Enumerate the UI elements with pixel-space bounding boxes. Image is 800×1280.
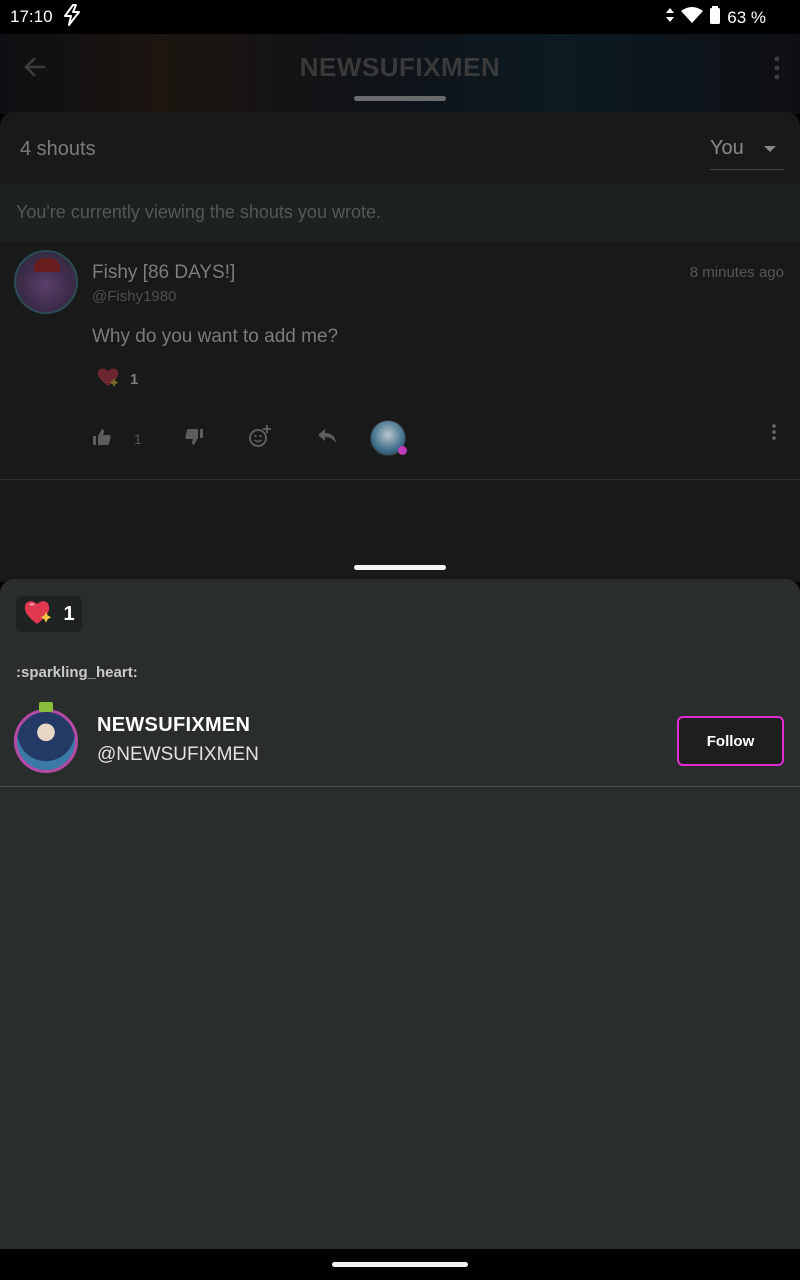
shouts-info-banner: You're currently viewing the shouts you … <box>0 184 800 242</box>
crown-icon <box>39 702 53 712</box>
shout-text: Why do you want to add me? <box>92 326 339 347</box>
shout-reaction[interactable]: 1 <box>96 366 138 392</box>
top-app-bar: NEWSUFIXMEN <box>0 34 800 114</box>
bottom-sheet-handle[interactable] <box>354 565 446 570</box>
reaction-total: 1 <box>63 602 75 625</box>
bolt-icon <box>62 4 82 31</box>
reactions-bottom-sheet: 1 :sparkling_heart: NEWSUFIXMEN @NEWSUFI… <box>0 579 800 1249</box>
reactor-name[interactable]: NEWSUFIXMEN <box>97 714 250 737</box>
reactor-list-item[interactable]: NEWSUFIXMEN @NEWSUFIXMEN Follow <box>0 697 800 787</box>
battery-percent: 63 % <box>727 7 766 27</box>
status-time: 17:10 <box>10 7 53 26</box>
dropdown-caret-icon <box>764 146 776 152</box>
battery-icon <box>709 6 721 29</box>
add-reaction-icon[interactable] <box>248 424 272 453</box>
author-handle: @Fishy1980 <box>92 288 177 305</box>
author-name[interactable]: Fishy [86 DAYS!] <box>92 262 235 284</box>
shouts-filter-dropdown[interactable]: You <box>710 134 784 170</box>
sparkling-heart-icon <box>96 366 120 392</box>
data-arrows-icon <box>665 7 675 28</box>
more-vert-icon[interactable] <box>774 56 780 85</box>
profile-title: NEWSUFIXMEN <box>299 52 501 82</box>
shout-actions: 1 <box>92 420 792 460</box>
reactor-avatar[interactable] <box>14 702 78 773</box>
shout-more-icon[interactable] <box>772 424 776 445</box>
author-avatar[interactable] <box>14 250 78 314</box>
sparkling-heart-icon <box>23 598 53 631</box>
status-bar: 17:10 63 % <box>0 0 800 34</box>
reaction-count: 1 <box>130 370 139 388</box>
wifi-icon <box>681 6 704 29</box>
shouts-count: 4 shouts <box>20 138 96 160</box>
home-gesture-pill[interactable] <box>332 1262 468 1267</box>
filter-selected-value: You <box>710 137 744 159</box>
emoji-shortcode: :sparkling_heart: <box>16 664 138 681</box>
shouts-header: 4 shouts You <box>0 112 800 184</box>
shout-item: Fishy [86 DAYS!] @Fishy1980 8 minutes ag… <box>0 242 800 480</box>
drag-handle[interactable] <box>354 96 446 101</box>
reply-icon[interactable] <box>316 428 338 449</box>
heart-badge-icon <box>398 446 407 455</box>
shouts-panel: 4 shouts You You're currently viewing th… <box>0 112 800 582</box>
thumbs-down-icon[interactable] <box>184 428 204 451</box>
reaction-filter-chip[interactable]: 1 <box>16 596 82 632</box>
upvote-count: 1 <box>134 431 142 447</box>
thumbs-up-icon[interactable] <box>92 428 112 451</box>
shout-timestamp: 8 minutes ago <box>689 264 784 281</box>
follow-button[interactable]: Follow <box>677 716 784 766</box>
system-nav-bar <box>0 1249 800 1280</box>
reactor-handle: @NEWSUFIXMEN <box>97 744 259 765</box>
